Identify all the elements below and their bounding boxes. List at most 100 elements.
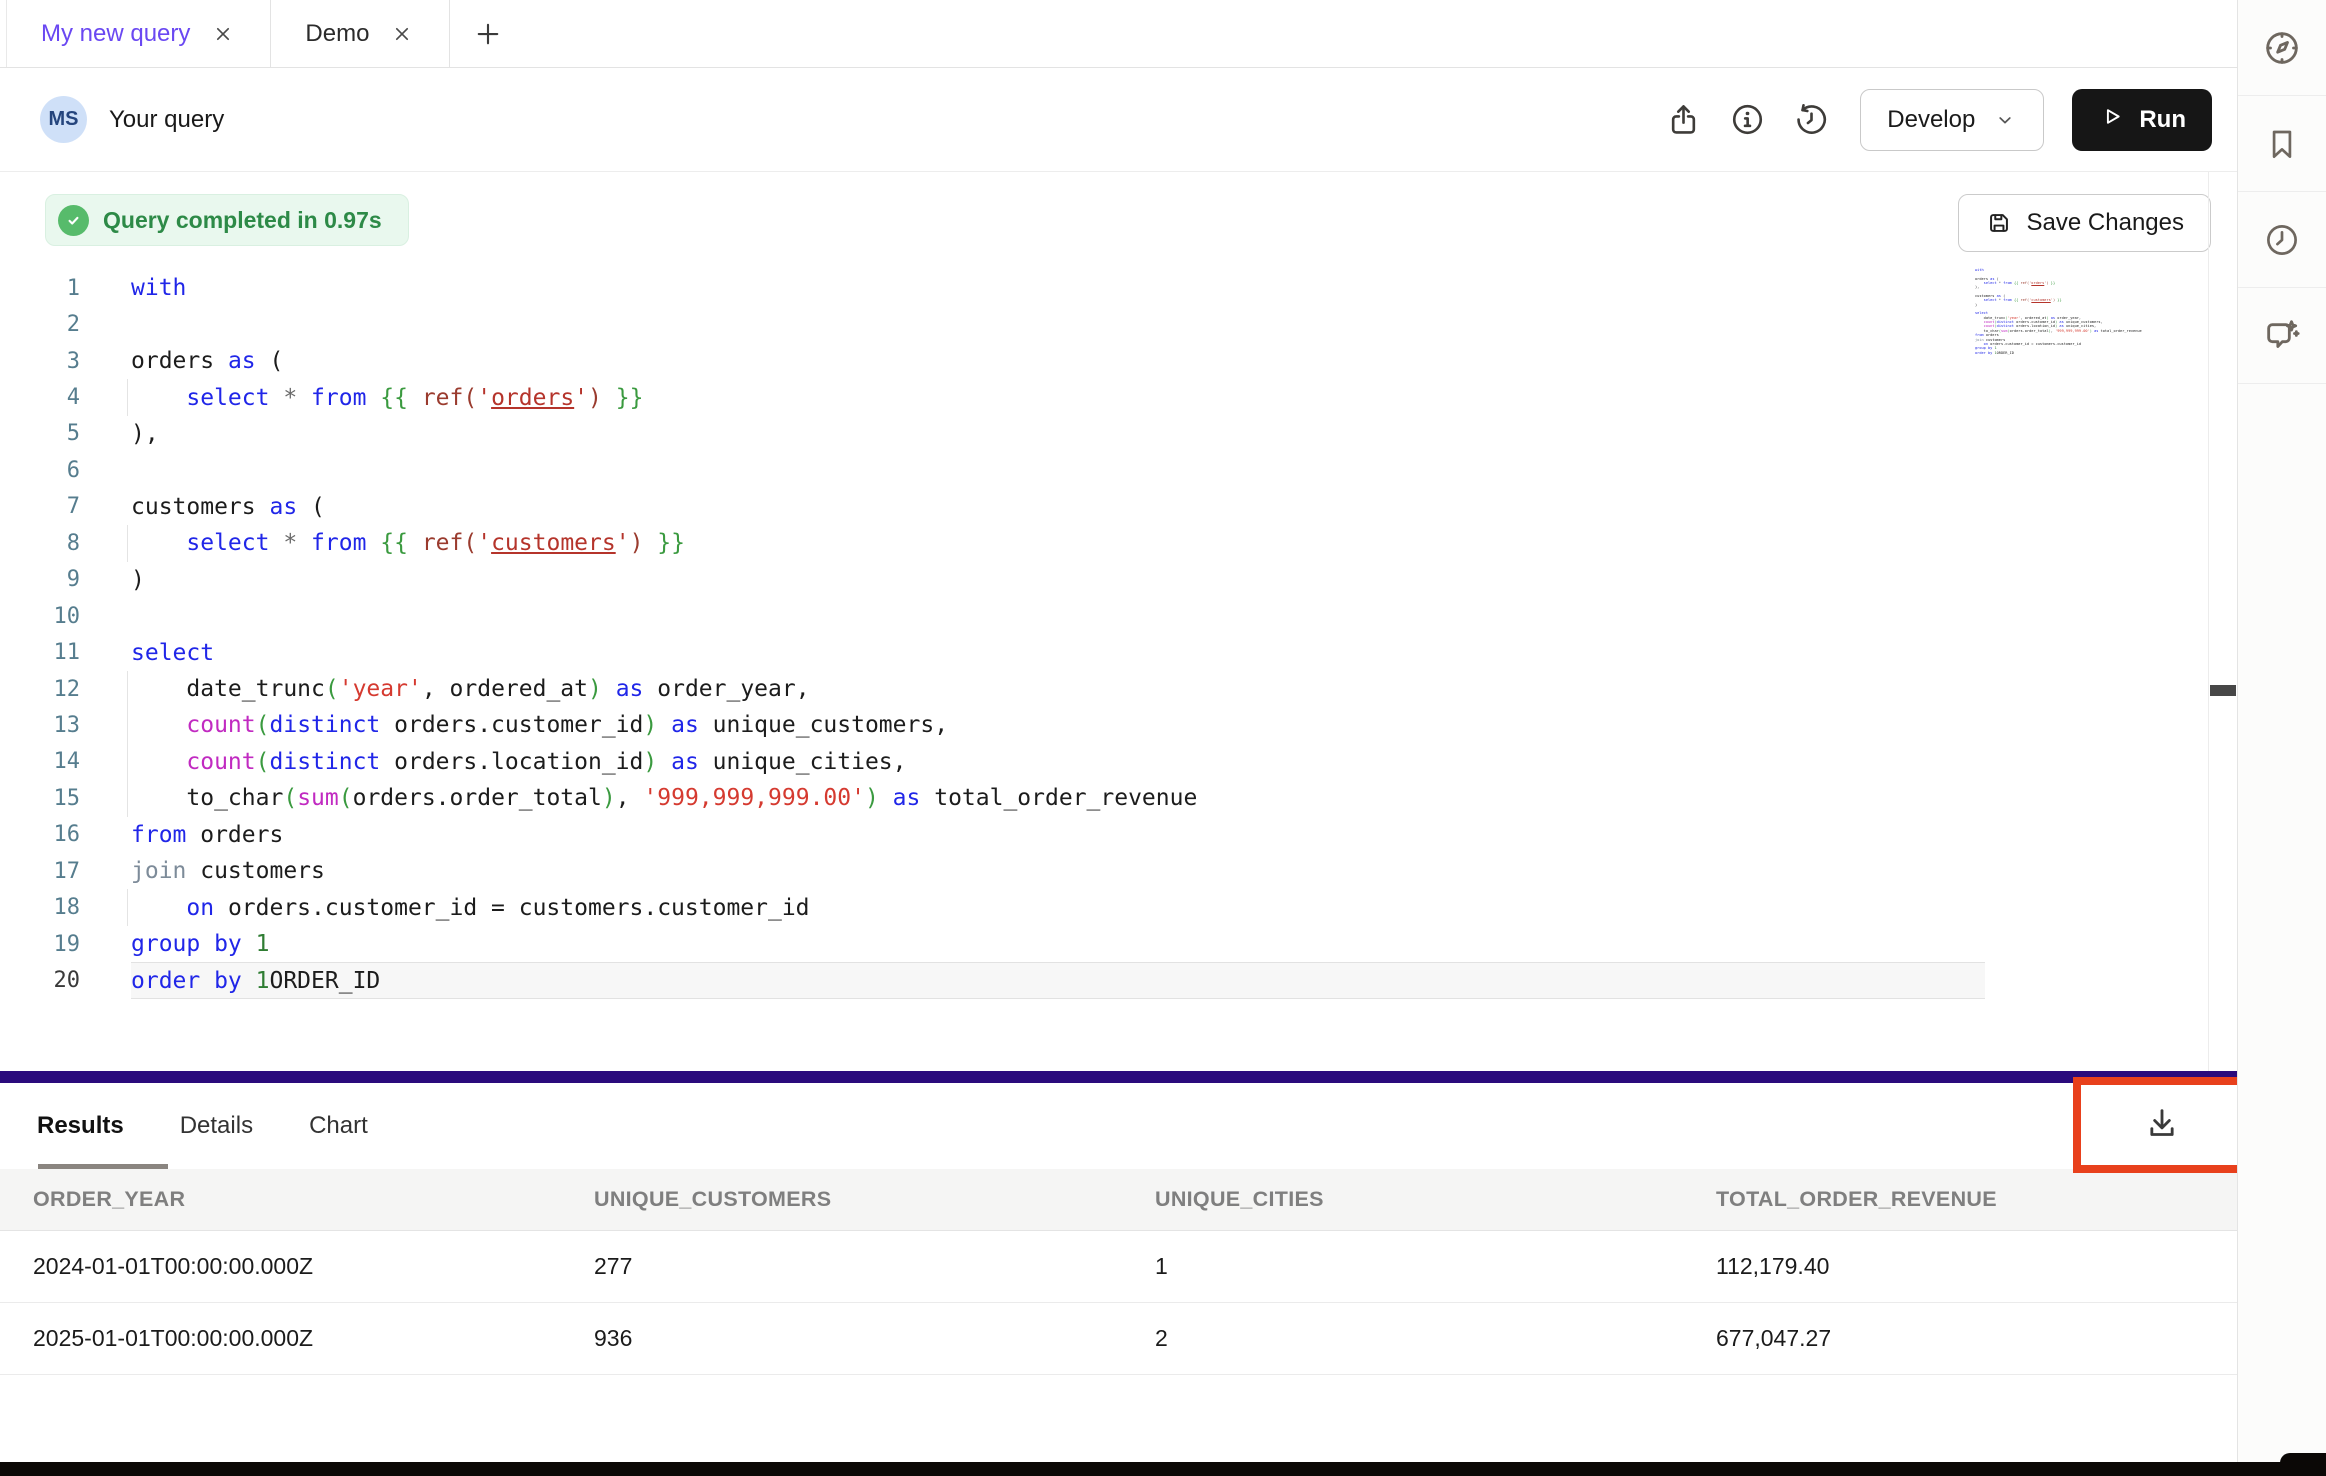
close-icon[interactable] [210, 21, 236, 47]
new-tab-button[interactable] [450, 0, 526, 67]
code-line-text[interactable]: orders as ( [131, 343, 1985, 379]
play-icon [2098, 103, 2125, 137]
code-line-19[interactable]: 19 group by 1 [0, 926, 2208, 962]
code-line-2[interactable]: 2 [0, 306, 2208, 342]
code-line-14[interactable]: 14 count(distinct orders.location_id) as… [0, 744, 2208, 780]
info-icon[interactable] [1728, 101, 1766, 139]
code-line-text[interactable]: date_trunc('year', ordered_at) as order_… [131, 671, 1985, 707]
code-line-13[interactable]: 13 count(distinct orders.customer_id) as… [0, 707, 2208, 743]
ref-link-customers[interactable]: customers [491, 530, 616, 556]
table-row: 2024-01-01T00:00:00.000Z2771112,179.40 [0, 1231, 2237, 1303]
tab-my-new-query[interactable]: My new query [6, 0, 271, 67]
column-header-unique-cities: UNIQUE_CITIES [1122, 1187, 1683, 1212]
code-line-text[interactable]: group by 1 [131, 926, 1985, 962]
line-number: 18 [0, 895, 80, 920]
tab-chart[interactable]: Chart [309, 1112, 368, 1140]
page-title: Your query [109, 106, 224, 134]
sidebar-item-chat-sparkles[interactable] [2238, 288, 2326, 384]
develop-label: Develop [1887, 106, 1975, 134]
sidebar-item-bookmark[interactable] [2238, 96, 2326, 192]
code-line-text[interactable] [131, 306, 1985, 342]
code-line-8[interactable]: 8 select * from {{ ref('customers') }} [0, 525, 2208, 561]
table-cell: 2 [1122, 1325, 1683, 1352]
sql-ide-window: My new queryDemo MS Your query Develop R… [0, 0, 2326, 1476]
line-number: 11 [0, 640, 80, 665]
code-line-9[interactable]: 9) [0, 562, 2208, 598]
code-line-4[interactable]: 4 select * from {{ ref('orders') }} [0, 379, 2208, 415]
code-line-text[interactable]: count(distinct orders.customer_id) as un… [131, 707, 1985, 743]
tab-label: Demo [305, 20, 369, 48]
table-cell: 677,047.27 [1683, 1325, 2244, 1352]
code-line-text[interactable]: with [131, 270, 1985, 306]
column-header-total-order-revenue: TOTAL_ORDER_REVENUE [1683, 1187, 2244, 1212]
code-area[interactable]: 1 with2 3 orders as (4 select * from {{ ref… [0, 270, 2208, 999]
clock-icon [2263, 221, 2301, 259]
active-tab-underline [38, 1164, 168, 1169]
code-line-16[interactable]: 16from orders [0, 817, 2208, 853]
code-line-text[interactable]: from orders [131, 817, 1985, 853]
sql-editor[interactable]: Query completed in 0.97s Save Changes 1w… [0, 172, 2237, 1071]
code-line-text[interactable]: customers as ( [131, 489, 1985, 525]
code-line-text[interactable]: on orders.customer_id = customers.custom… [131, 889, 1985, 925]
run-label: Run [2139, 106, 2186, 134]
code-line-text[interactable]: select [131, 634, 1985, 670]
line-number: 8 [0, 531, 80, 556]
code-line-12[interactable]: 12 date_trunc('year', ordered_at) as ord… [0, 671, 2208, 707]
code-line-text[interactable]: select * from {{ ref('orders') }} [131, 379, 1985, 415]
download-results-button[interactable] [2081, 1085, 2242, 1165]
code-line-11[interactable]: 11 select [0, 634, 2208, 670]
code-line-text[interactable]: order by 1ORDER_ID [131, 962, 1985, 998]
code-line-6[interactable]: 6 [0, 452, 2208, 488]
table-cell: 936 [561, 1325, 1122, 1352]
tab-results[interactable]: Results [37, 1112, 124, 1140]
code-line-18[interactable]: 18 on orders.customer_id = customers.cus… [0, 889, 2208, 925]
line-number: 14 [0, 749, 80, 774]
chevron-down-icon [1993, 108, 2017, 132]
scrollbar-handle[interactable] [2210, 685, 2236, 696]
code-line-10[interactable]: 10 [0, 598, 2208, 634]
tab-label: My new query [41, 20, 190, 48]
code-line-text[interactable]: select * from {{ ref('customers') }} [131, 525, 1985, 561]
save-changes-label: Save Changes [2027, 209, 2184, 237]
line-number: 19 [0, 932, 80, 957]
download-icon [2142, 1104, 2182, 1147]
share-icon[interactable] [1664, 101, 1702, 139]
sidebar-item-compass[interactable] [2238, 0, 2326, 96]
code-line-17[interactable]: 17 join customers [0, 853, 2208, 889]
line-number: 13 [0, 713, 80, 738]
run-button[interactable]: Run [2072, 89, 2212, 151]
history-icon[interactable] [1792, 101, 1830, 139]
code-line-15[interactable]: 15 to_char(sum(orders.order_total), '999… [0, 780, 2208, 816]
line-number: 15 [0, 786, 80, 811]
line-number: 1 [0, 276, 80, 301]
line-number: 9 [0, 567, 80, 592]
line-number: 3 [0, 349, 80, 374]
editor-minimap[interactable]: with orders as ( select * from {{ ref('o… [1975, 268, 2145, 368]
results-table-body: 2024-01-01T00:00:00.000Z2771112,179.4020… [0, 1231, 2237, 1375]
table-cell: 2024-01-01T00:00:00.000Z [0, 1253, 561, 1280]
ref-link-orders[interactable]: orders [491, 385, 574, 411]
code-line-text[interactable]: ) [131, 562, 1985, 598]
close-icon[interactable] [389, 21, 415, 47]
line-number: 12 [0, 677, 80, 702]
code-line-5[interactable]: 5), [0, 416, 2208, 452]
code-line-20[interactable]: 20order by 1ORDER_ID [0, 962, 2208, 998]
code-line-text[interactable]: count(distinct orders.location_id) as un… [131, 744, 1985, 780]
panel-splitter[interactable] [0, 1071, 2237, 1083]
line-number: 17 [0, 859, 80, 884]
results-tab-strip: Results Details Chart [0, 1083, 2237, 1169]
code-line-text[interactable] [131, 452, 1985, 488]
develop-button[interactable]: Develop [1860, 89, 2044, 151]
code-line-text[interactable] [131, 598, 1985, 634]
code-line-text[interactable]: join customers [131, 853, 1985, 889]
code-line-text[interactable]: to_char(sum(orders.order_total), '999,99… [131, 780, 1985, 816]
code-line-7[interactable]: 7customers as ( [0, 489, 2208, 525]
save-changes-button[interactable]: Save Changes [1958, 194, 2211, 252]
tab-details[interactable]: Details [180, 1112, 253, 1140]
code-line-1[interactable]: 1 with [0, 270, 2208, 306]
code-line-text[interactable]: ), [131, 416, 1985, 452]
column-header-order-year: ORDER_YEAR [0, 1187, 561, 1212]
sidebar-item-clock[interactable] [2238, 192, 2326, 288]
code-line-3[interactable]: 3 orders as ( [0, 343, 2208, 379]
tab-demo[interactable]: Demo [271, 0, 450, 67]
